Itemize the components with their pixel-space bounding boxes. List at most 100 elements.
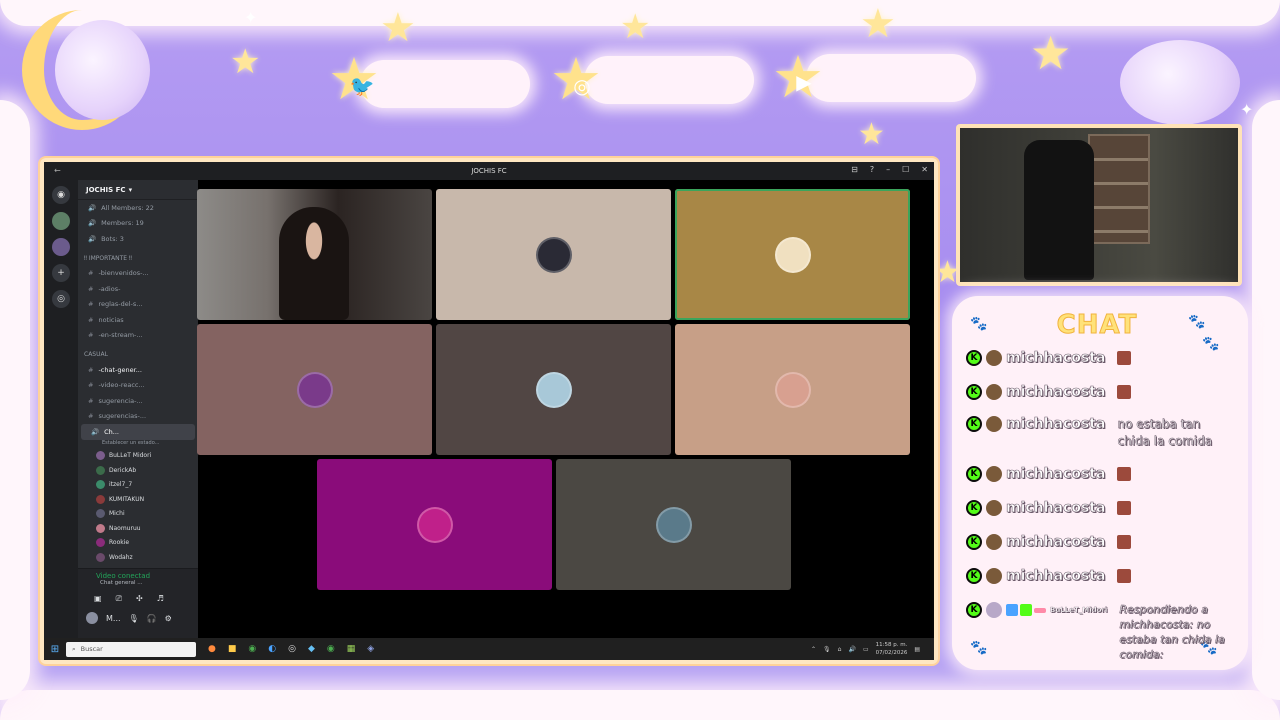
avatar [655,506,692,543]
chat-title: CHAT [1056,310,1138,341]
voice-member[interactable]: DerickAb [78,463,198,478]
avatar [986,602,1002,618]
avatar [96,480,105,490]
star-icon: ★ [620,7,651,47]
participant-tile[interactable] [317,459,552,590]
add-server-icon[interactable]: + [52,264,70,282]
bookshelf [1088,134,1150,244]
avatar [96,494,105,504]
app-icon[interactable]: ▦ [347,644,356,654]
soundboard-icon[interactable]: ♬ [157,594,164,604]
camera-tile[interactable] [197,189,432,320]
chrome-icon[interactable]: ◉ [248,644,256,654]
chat-panel: 🐾 🐾 🐾 🐾 🐾 CHAT K michhacosta K michhacos… [952,296,1248,670]
chevron-down-icon: ▾ [128,185,133,194]
webcam-frame [956,124,1242,286]
maximize-button[interactable]: ☐ [902,165,909,174]
minimize-button[interactable]: – [886,165,890,174]
participant-tile[interactable] [556,459,791,590]
text-channel[interactable]: # reglas-del-s... [78,297,198,313]
kick-badge-icon: K [966,466,982,482]
emote-icon [1117,501,1132,515]
network-icon[interactable]: ⌂ [838,646,842,653]
notifications-icon[interactable]: ▤ [914,646,920,653]
discord-home-icon[interactable]: ◉ [52,186,70,204]
emote-icon [1117,535,1132,549]
voice-member[interactable]: Rookie [78,536,198,551]
category-important[interactable]: ‼ IMPORTANTE ‼ [78,251,198,266]
volume-icon[interactable]: 🔊 [848,646,855,653]
voice-status[interactable]: Establecer un estado... [78,440,198,449]
gear-icon[interactable]: ⚙ [165,614,172,623]
avatar[interactable] [86,612,98,624]
app-icon[interactable]: ◐ [268,644,276,654]
text-channel[interactable]: # -video-reacc... [78,378,198,394]
participant-tile[interactable] [675,189,910,320]
screen-share-icon[interactable]: ⎚ [116,594,122,604]
start-button[interactable]: ⊞ [44,644,66,655]
star-icon: ★ [230,42,261,82]
battery-icon[interactable]: ▭ [863,646,869,653]
participant-video [279,207,349,320]
server-icon[interactable] [52,212,70,230]
webcam-feed [960,128,1238,282]
text-channel[interactable]: # noticias [78,312,198,328]
text-channel[interactable]: # -bienvenidos-... [78,266,198,282]
explore-icon[interactable]: ◎ [52,290,70,308]
server-name[interactable]: JOCHIS FC ▾ [78,180,198,200]
instagram-icon: ◎ [573,74,591,98]
stats-channel[interactable]: 🔊 Bots: 3 [78,231,198,247]
voice-member[interactable]: Michi [78,507,198,522]
participant-tile[interactable] [675,324,910,455]
back-button[interactable]: ← [54,166,61,175]
voice-member[interactable]: Naomuruu [78,521,198,536]
stats-channel[interactable]: 🔊 All Members: 22 [78,200,198,216]
participant-tile[interactable] [197,324,432,455]
server-icon[interactable] [52,238,70,256]
help-icon[interactable]: ? [870,165,874,174]
chat-message: K michhacosta [966,466,1236,482]
mic-icon[interactable]: 🎙 [129,614,139,623]
avatar [986,534,1002,550]
chrome-icon[interactable]: ◉ [327,644,335,654]
taskbar-clock[interactable]: 11:58 p. m. 07/02/2026 [876,641,908,657]
text-channel[interactable]: # -chat-gener... [78,362,198,378]
activities-icon[interactable]: ✣ [136,594,143,604]
voice-member[interactable]: itzel7_7 [78,478,198,493]
headphones-icon[interactable]: 🎧 [147,614,157,623]
inbox-icon[interactable]: ⊟ [851,165,858,174]
participant-tile[interactable] [436,324,671,455]
text-channel[interactable]: # -en-stream-... [78,328,198,344]
user-badges [1006,604,1046,616]
close-button[interactable]: ✕ [921,165,928,174]
taskbar-search[interactable]: ⌕ Buscar [66,641,196,657]
voice-connected-status[interactable]: Video conectad [78,569,198,580]
category-casual[interactable]: CASUAL [78,347,198,362]
voice-member[interactable]: Wodahz [78,550,198,565]
stats-channel[interactable]: 🔊 Members: 19 [78,216,198,232]
voice-channel[interactable]: 🔊 Ch... [81,424,195,440]
avatar [535,371,572,408]
voice-member[interactable]: KUMITAKUN [78,492,198,507]
avatar [96,451,105,461]
steam-icon[interactable]: ◆ [308,644,315,654]
star-icon: ★ [1030,26,1072,80]
file-explorer-icon[interactable]: ■ [228,644,237,654]
voice-member[interactable]: BuLLeT Midori [78,449,198,464]
discord-taskbar-icon[interactable]: ◈ [367,644,374,654]
speaker-icon: 🔊 [91,427,100,436]
cat-mascot-right [1120,40,1240,125]
text-channel[interactable]: # -adios- [78,281,198,297]
participant-tile[interactable] [436,189,671,320]
mic-icon[interactable]: 🎙 [823,646,831,653]
emote-icon [1117,385,1132,399]
chat-message: K michhacosta [966,568,1236,584]
text-channel[interactable]: # sugerencias-... [78,409,198,425]
star-icon: ★ [858,117,885,152]
camera-icon[interactable]: ▣ [94,594,102,604]
firefox-icon[interactable]: ● [208,644,216,654]
chevron-up-icon[interactable]: ⌃ [811,646,816,653]
obs-icon[interactable]: ◎ [288,644,296,654]
text-channel[interactable]: # sugerencia-... [78,393,198,409]
emote-icon [1117,467,1132,481]
